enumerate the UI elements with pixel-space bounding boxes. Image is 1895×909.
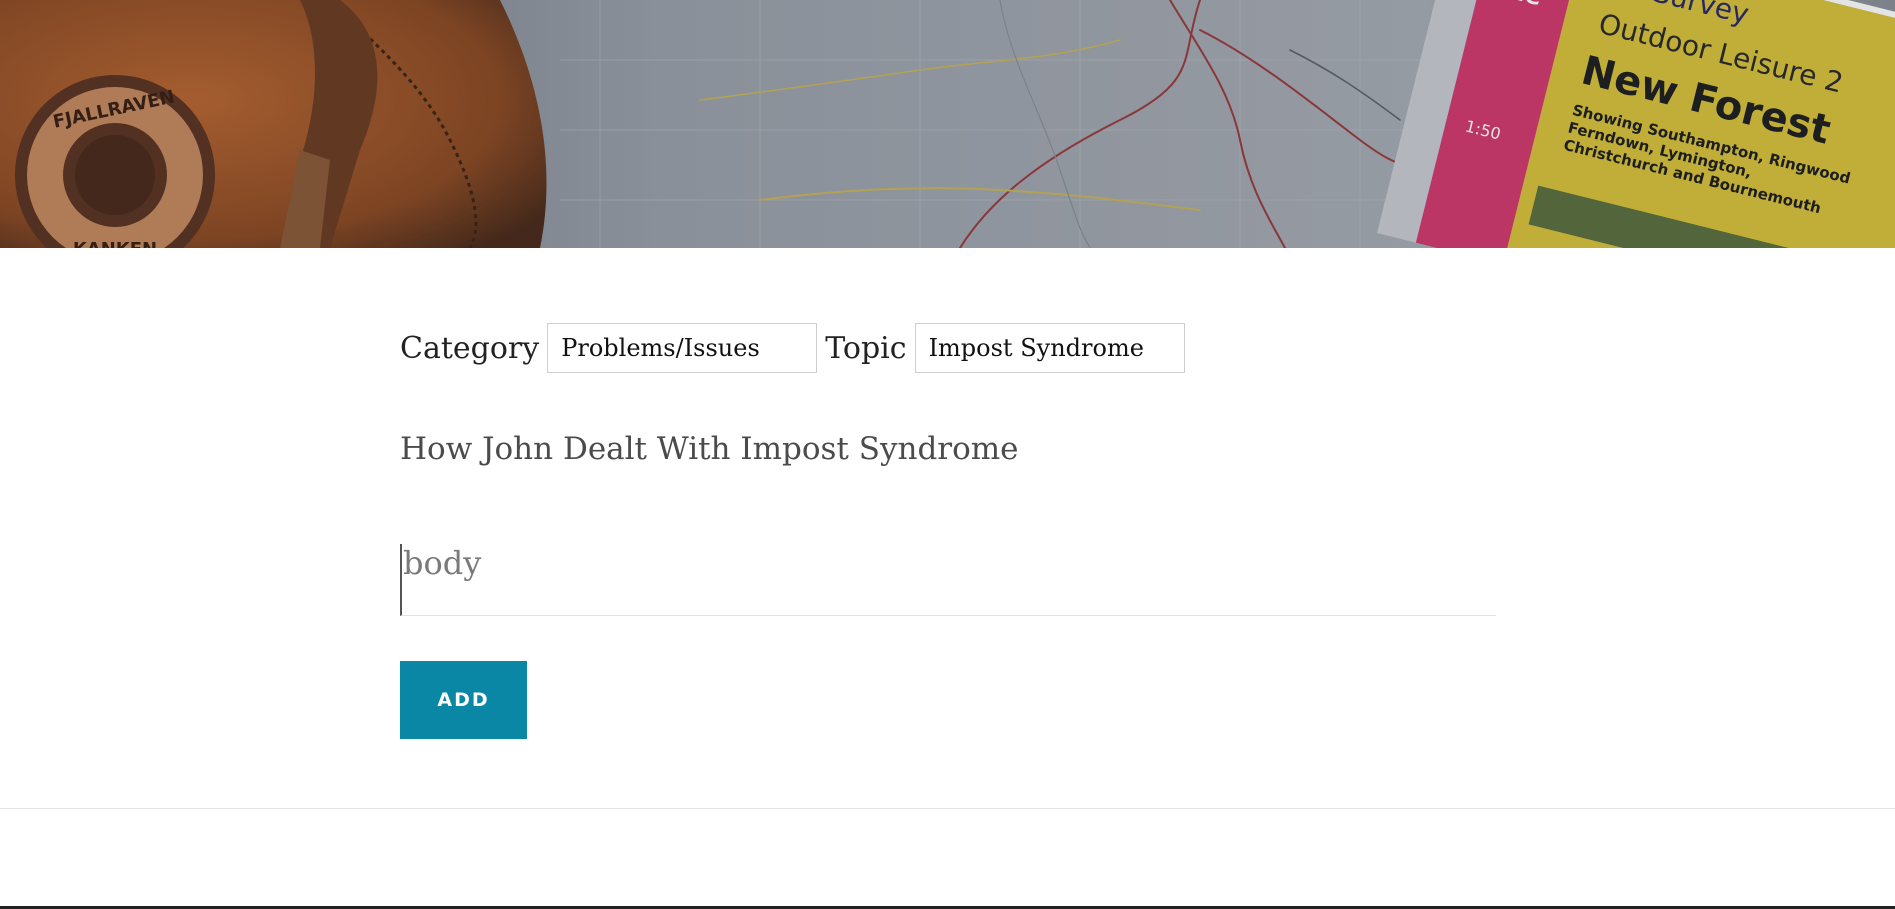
add-button[interactable]: ADD: [400, 661, 527, 739]
body-textarea[interactable]: [400, 544, 1496, 616]
category-label: Category: [400, 330, 540, 366]
category-input[interactable]: [547, 323, 818, 373]
header-banner-image: FJALLRAVEN KANKEN Survey Outdoor Leisure…: [0, 0, 1895, 248]
post-form: Category Topic ADD: [400, 322, 1496, 739]
topic-label: Topic: [825, 330, 907, 366]
footer-divider: [0, 808, 1895, 809]
page: FJALLRAVEN KANKEN Survey Outdoor Leisure…: [0, 0, 1895, 909]
meta-row: Category Topic: [400, 322, 1496, 374]
topic-input[interactable]: [914, 323, 1185, 373]
title-input[interactable]: [400, 424, 1496, 474]
